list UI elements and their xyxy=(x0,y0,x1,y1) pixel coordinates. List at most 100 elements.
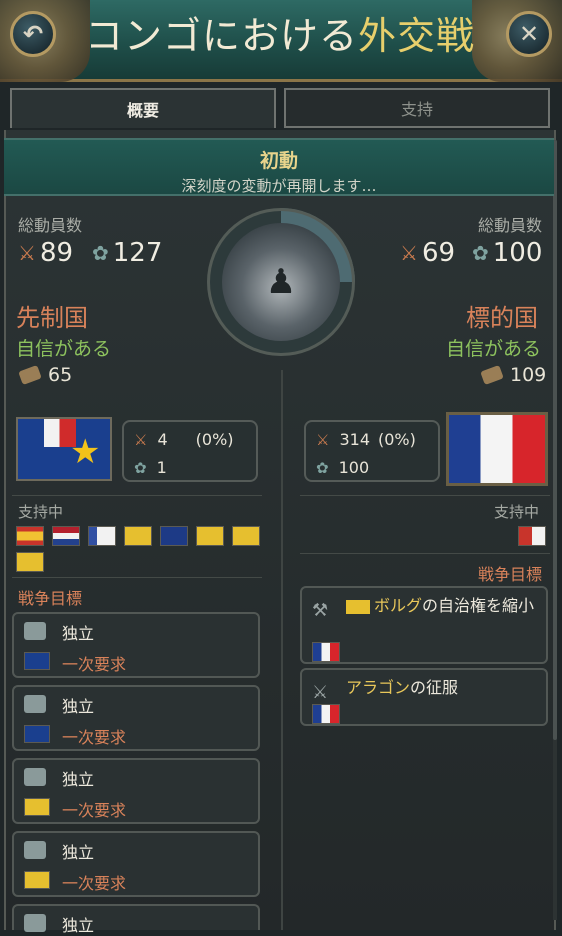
goal-requirement: 一次要求 xyxy=(62,874,127,893)
right-support-label: 支持中 xyxy=(494,503,540,521)
goal-flag-yellow xyxy=(24,798,50,816)
right-confidence: 自信がある xyxy=(446,338,542,360)
right-badge-value: 100 xyxy=(492,238,543,268)
independence-icon xyxy=(24,622,46,640)
goal-flag-congo xyxy=(24,725,50,743)
left-goals-label: 戦争目標 xyxy=(18,589,83,608)
tab-support[interactable]: 支持 xyxy=(284,88,550,128)
left-military-box: ⚔ 4 (0%) ✿ 1 xyxy=(122,420,258,482)
independence-icon xyxy=(24,768,46,786)
center-divider xyxy=(281,370,283,930)
goal-title: ボルグの自治権を縮小 xyxy=(346,594,544,618)
goal-requirement: 一次要求 xyxy=(62,801,127,820)
goal-title: アラゴンの征服 xyxy=(346,676,544,700)
left-support-label: 支持中 xyxy=(18,503,64,521)
swords-icon: ⚔ xyxy=(316,430,330,449)
supporter-flag-yellow-3[interactable] xyxy=(16,552,44,572)
left-goal-card[interactable]: 独立 一次要求 xyxy=(12,612,260,678)
title-part-1: コンゴにおける xyxy=(84,14,358,58)
goal-rest: の征服 xyxy=(410,678,459,697)
right-resource: 109 xyxy=(480,364,547,386)
left-mini-badge: 1 xyxy=(156,458,167,477)
right-goals-label: 戦争目標 xyxy=(478,565,543,584)
right-divider-2 xyxy=(300,553,550,554)
scrollbar-thumb[interactable] xyxy=(553,140,557,740)
goal-flag-france xyxy=(312,642,340,662)
close-button[interactable]: ✕ xyxy=(506,11,552,57)
goal-rest: の自治権を縮小 xyxy=(422,596,535,615)
supporter-flag-yellow-2[interactable] xyxy=(232,526,260,546)
right-swords-stat: ⚔ 69 xyxy=(400,238,455,268)
goal-title: 独立 xyxy=(62,770,95,789)
swords-icon: ⚔ xyxy=(18,241,36,265)
left-mini-swords-pct: (0%) xyxy=(195,430,234,449)
goal-title: 独立 xyxy=(62,916,95,935)
left-mobilization-label: 総動員数 xyxy=(18,216,83,235)
goal-title: 独立 xyxy=(62,697,95,716)
right-goal-card[interactable]: ⚔ アラゴンの征服 xyxy=(300,668,548,726)
back-button[interactable]: ↶ xyxy=(10,11,56,57)
left-goal-card[interactable]: 独立 一次要求 xyxy=(12,685,260,751)
left-role-title: 先制国 xyxy=(16,304,88,332)
goal-title: 独立 xyxy=(62,843,95,862)
right-role-title: 標的国 xyxy=(466,304,538,332)
supporter-flag-yellow[interactable] xyxy=(124,526,152,546)
left-badge-value: 127 xyxy=(112,238,163,268)
badge-icon: ✿ xyxy=(472,241,489,265)
star-icon: ★ xyxy=(70,432,101,472)
title-part-2: 外交戦 xyxy=(358,14,476,58)
right-resource-value: 109 xyxy=(510,364,547,386)
tab-bar: 概要 支持 xyxy=(10,88,552,130)
phase-title: 初動 xyxy=(259,150,298,172)
right-mini-swords-pct: (0%) xyxy=(378,430,416,449)
goal-highlight: アラゴン xyxy=(346,678,411,697)
goal-title: 独立 xyxy=(62,624,95,643)
right-mobilization-label: 総動員数 xyxy=(478,216,543,235)
left-resource-value: 65 xyxy=(48,364,73,386)
supporter-flag-redwhite[interactable] xyxy=(518,526,546,546)
supporter-flag-blue[interactable] xyxy=(160,526,188,546)
close-icon: ✕ xyxy=(518,20,540,48)
progress-dial: ♟ xyxy=(207,208,355,356)
supporter-flag-spain[interactable] xyxy=(16,526,44,546)
goal-highlight: ボルグ xyxy=(374,596,423,615)
left-goal-card[interactable]: 独立 一次要求 xyxy=(12,831,260,897)
france-flag[interactable] xyxy=(446,412,548,486)
right-military-box: ⚔ 314 (0%) ✿ 100 xyxy=(304,420,440,482)
supporter-flag-yellow-cross[interactable] xyxy=(196,526,224,546)
page-title: コンゴにおける外交戦 xyxy=(80,10,480,62)
left-divider-2 xyxy=(12,577,262,578)
right-goal-card[interactable]: ⚒ ボルグの自治権を縮小 xyxy=(300,586,548,664)
phase-banner: 初動 深刻度の変動が再開します… xyxy=(4,138,554,196)
supporter-flag-netherlands[interactable] xyxy=(52,526,80,546)
swords-icon: ⚔ xyxy=(134,430,148,449)
goal-requirement: 一次要求 xyxy=(62,655,127,674)
right-swords-value: 69 xyxy=(421,238,456,268)
title-bar: ↶ コンゴにおける外交戦 ✕ xyxy=(0,0,562,82)
chess-icon: ♟ xyxy=(265,262,297,302)
congo-flag[interactable]: ★ xyxy=(16,417,112,481)
goal-flag-congo xyxy=(24,652,50,670)
left-goal-card[interactable]: 独立 一次要求 xyxy=(12,758,260,824)
badge-icon: ✿ xyxy=(92,241,109,265)
goal-flag-france xyxy=(312,704,340,724)
swords-icon: ⚔ xyxy=(400,241,418,265)
right-mini-badge: 100 xyxy=(338,458,370,477)
right-mini-swords: 314 xyxy=(339,430,370,449)
phase-subtitle: 深刻度の変動が再開します… xyxy=(181,177,377,195)
left-goal-card[interactable]: 独立 xyxy=(12,904,260,935)
flag-canton xyxy=(28,419,76,447)
chess-image: ♟ xyxy=(222,223,340,341)
badge-icon: ✿ xyxy=(316,458,329,477)
right-divider xyxy=(300,495,550,496)
back-arrow-icon: ↶ xyxy=(22,20,44,48)
inline-flag-yellow xyxy=(346,599,370,614)
left-confidence: 自信がある xyxy=(16,338,112,360)
supporter-flag-white[interactable] xyxy=(88,526,116,546)
independence-icon xyxy=(24,695,46,713)
left-divider xyxy=(12,495,262,496)
tab-overview[interactable]: 概要 xyxy=(10,88,276,128)
independence-icon xyxy=(24,841,46,859)
right-badge-stat: ✿ 100 xyxy=(472,238,542,268)
scroll-icon xyxy=(18,365,42,385)
